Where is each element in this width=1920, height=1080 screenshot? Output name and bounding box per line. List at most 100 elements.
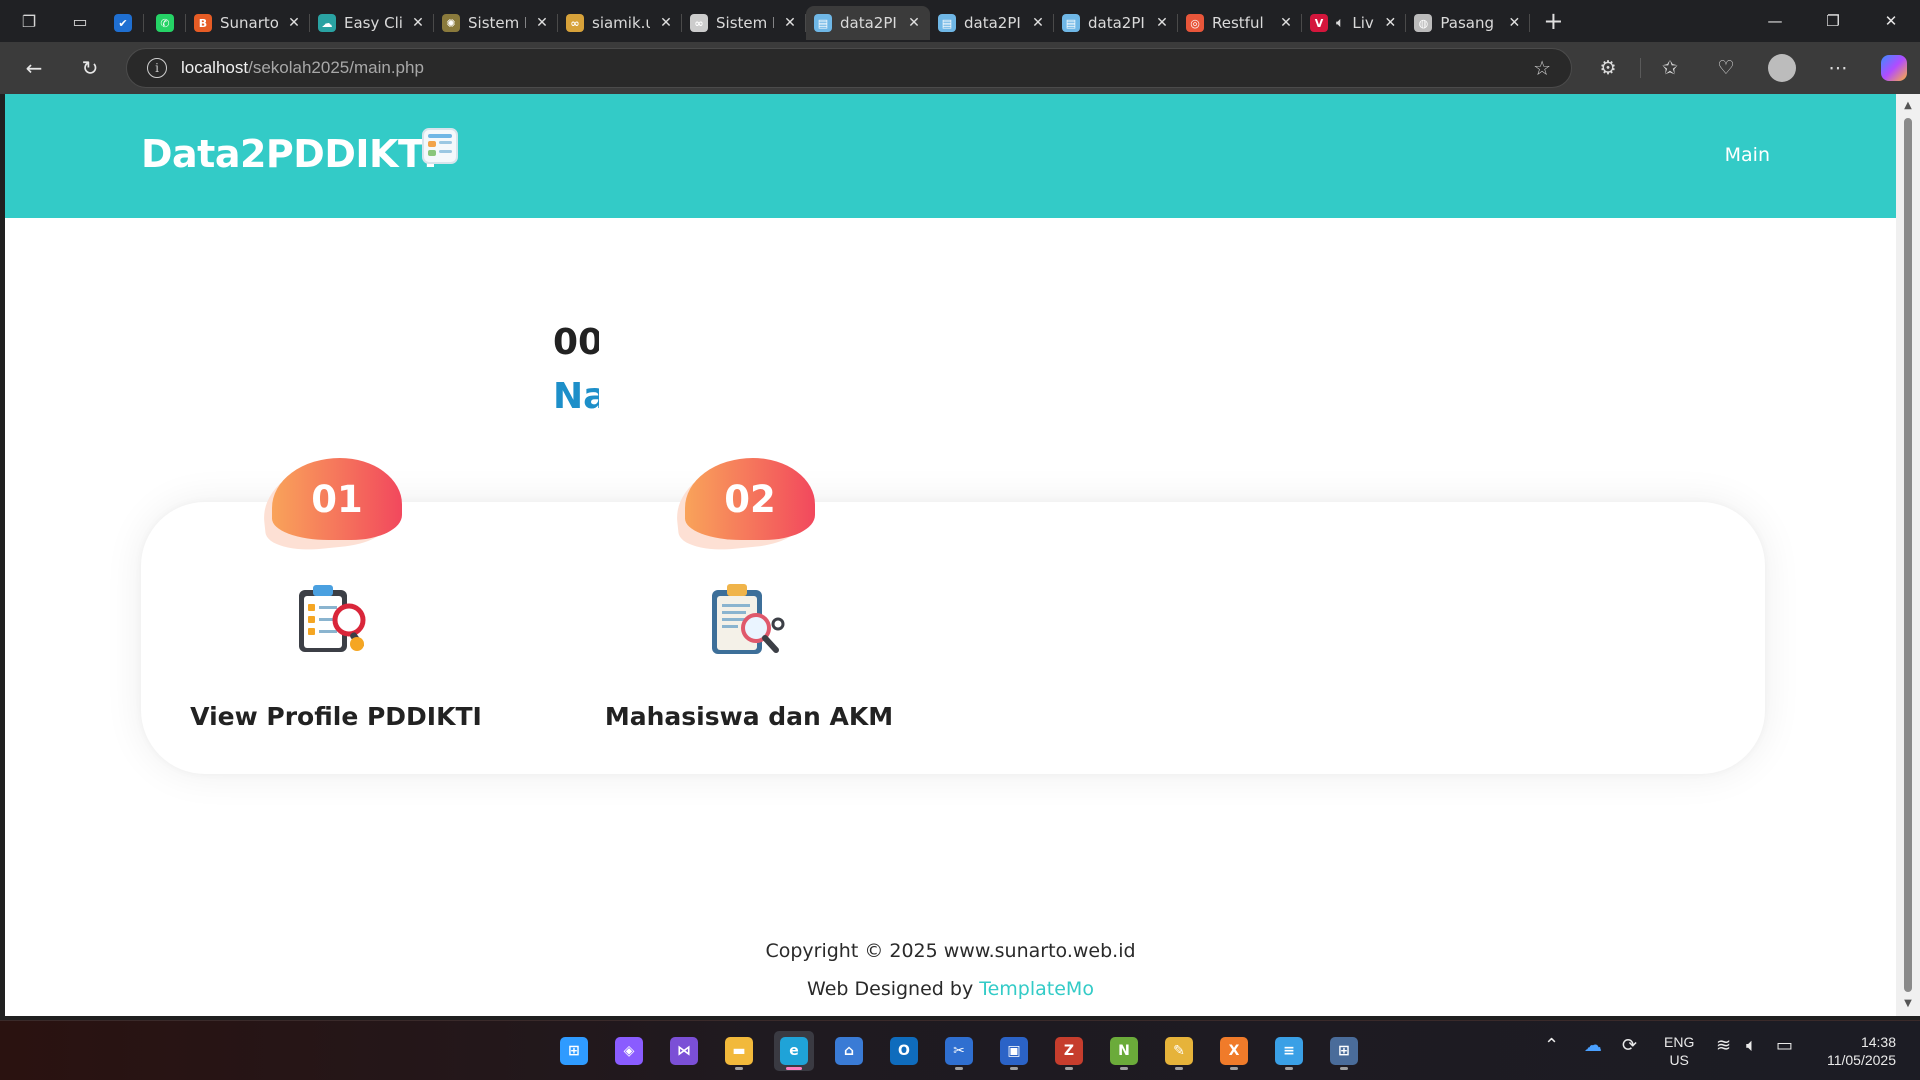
battery-icon[interactable]: ▭ [1776,1035,1793,1056]
taskbar-app[interactable]: ✂ [939,1031,979,1071]
nav-main-link[interactable]: Main [1725,144,1770,166]
notepad-plus-icon: N [1110,1037,1138,1065]
site-info-icon[interactable]: i [147,58,167,78]
browser-tab[interactable]: ◎ Restful ✕ [1178,6,1302,40]
running-indicator [1340,1067,1348,1070]
hero-name-text: Na [553,376,599,417]
taskbar-app[interactable]: N [1104,1031,1144,1071]
close-tab-icon[interactable]: ✕ [534,15,550,31]
browser-tab[interactable]: V 🔈︎ Liv ✕ [1302,6,1407,40]
taskbar-app[interactable]: e [774,1031,814,1071]
notepad-icon: ≡ [1275,1037,1303,1065]
feature-title[interactable]: Mahasiswa dan AKM [569,702,929,731]
infinity-icon: ∞ [690,14,708,32]
language-region: US [1669,1052,1689,1068]
language-code: ENG [1664,1034,1695,1050]
url-text[interactable]: localhost/sekolah2025/main.php [181,58,424,78]
close-tab-icon[interactable]: ✕ [906,15,922,31]
scroll-up-arrow-icon[interactable]: ▲ [1902,100,1914,112]
sync-icon[interactable]: ⟳ [1622,1035,1637,1056]
cloud-icon: ☁ [318,14,336,32]
profile-avatar[interactable] [1764,50,1800,86]
page-icon: ▤ [1062,14,1080,32]
clipboard-checklist-magnifier-icon[interactable] [291,580,373,662]
file-explorer-icon: ▬ [725,1037,753,1065]
close-tab-icon[interactable]: ✕ [1030,15,1046,31]
address-bar[interactable]: i localhost/sekolah2025/main.php ☆ [126,48,1572,88]
browser-tab[interactable]: ✆ [144,6,186,40]
running-indicator [1010,1067,1018,1070]
feature-number: 01 [311,477,363,521]
browser-tab[interactable]: ✺ Sistem I ✕ [434,6,558,40]
taskbar-app[interactable]: ⊞ [554,1031,594,1071]
restore-button[interactable]: ❐ [1804,0,1862,42]
extensions-icon[interactable]: ⚙ [1590,50,1626,86]
close-tab-icon[interactable]: ✕ [1154,15,1170,31]
new-tab-button[interactable]: + [1530,7,1576,35]
system-clock[interactable]: 14:38 11/05/2025 [1812,1033,1896,1069]
close-tab-icon[interactable]: ✕ [286,15,302,31]
minimize-button[interactable]: — [1746,0,1804,42]
taskbar-app[interactable]: ⋈ [664,1031,704,1071]
workspaces-icon[interactable]: ❐ [0,0,58,42]
taskbar-app[interactable]: ◈ [609,1031,649,1071]
site-header: Data2PDDIKTI Main [5,94,1896,218]
more-menu-icon[interactable]: ⋯ [1820,50,1856,86]
tab-title: Pasang [1440,14,1495,32]
language-indicator[interactable]: ENG US [1664,1033,1694,1069]
brand-title[interactable]: Data2PDDIKTI [141,132,438,176]
onedrive-icon[interactable]: ☁ [1584,1035,1602,1056]
tab-title: data2PI [964,14,1021,32]
close-tab-icon[interactable]: ✕ [410,15,426,31]
browser-tab[interactable]: ▤ data2PI ✕ [806,6,930,40]
refresh-button[interactable]: ↻ [72,50,108,86]
browser-tab[interactable]: ▤ data2PI ✕ [1054,6,1178,40]
clipboard-document-search-icon[interactable] [704,580,786,662]
close-tab-icon[interactable]: ✕ [1278,15,1294,31]
show-hidden-icons-chevron-icon[interactable]: ⌃ [1544,1035,1559,1056]
taskbar-app[interactable]: Z [1049,1031,1089,1071]
feature-number-badge: 02 [685,458,815,540]
api-icon: ◎ [1186,14,1204,32]
browser-tab[interactable]: ✔ [102,6,144,40]
taskbar-app[interactable]: O [884,1031,924,1071]
running-indicator [955,1067,963,1070]
running-indicator [786,1067,802,1070]
browser-tab[interactable]: ▤ data2PI ✕ [930,6,1054,40]
close-window-button[interactable]: ✕ [1862,0,1920,42]
templatemo-link[interactable]: TemplateMo [979,978,1094,1000]
taskbar-app[interactable]: ⊞ [1324,1031,1364,1071]
audio-playing-icon[interactable]: 🔈︎ [1336,15,1344,31]
taskbar-app[interactable]: ▬ [719,1031,759,1071]
browser-tab[interactable]: ☁ Easy Cli ✕ [310,6,434,40]
taskbar-app[interactable]: ✎ [1159,1031,1199,1071]
browser-essentials-icon[interactable]: ♡ [1708,50,1744,86]
tab-title: data2PI [1088,14,1145,32]
scroll-down-arrow-icon[interactable]: ▼ [1902,998,1914,1010]
taskbar-app[interactable]: ▣ [994,1031,1034,1071]
taskbar-app[interactable]: X [1214,1031,1254,1071]
wifi-icon[interactable]: ≋ [1716,1035,1731,1056]
close-tab-icon[interactable]: ✕ [1382,15,1398,31]
favorite-star-icon[interactable]: ☆ [1533,56,1551,80]
scroll-thumb[interactable] [1904,118,1912,992]
copilot-icon[interactable] [1876,50,1912,86]
feature-number: 02 [724,477,776,521]
browser-tab[interactable]: ∞ Sistem I ✕ [682,6,806,40]
taskbar-app[interactable]: ⌂ [829,1031,869,1071]
browser-tab[interactable]: B Sunarto ✕ [186,6,310,40]
browser-tab[interactable]: ∞ siamik.u ✕ [558,6,682,40]
running-indicator [1065,1067,1073,1070]
favorites-icon[interactable]: ✩ [1652,50,1688,86]
tab-title: Sistem I [716,14,774,32]
close-tab-icon[interactable]: ✕ [658,15,674,31]
browser-tab[interactable]: ◍ Pasang ✕ [1406,6,1531,40]
volume-icon[interactable]: 🔈︎ [1746,1035,1757,1056]
close-tab-icon[interactable]: ✕ [1506,15,1522,31]
feature-title[interactable]: View Profile PDDIKTI [156,702,516,731]
taskbar-app[interactable]: ≡ [1269,1031,1309,1071]
tab-actions-icon[interactable]: ▭ [58,0,102,42]
close-tab-icon[interactable]: ✕ [782,15,798,31]
back-button[interactable]: ← [16,50,52,86]
page-scrollbar[interactable]: ▲ ▼ [1896,94,1920,1016]
